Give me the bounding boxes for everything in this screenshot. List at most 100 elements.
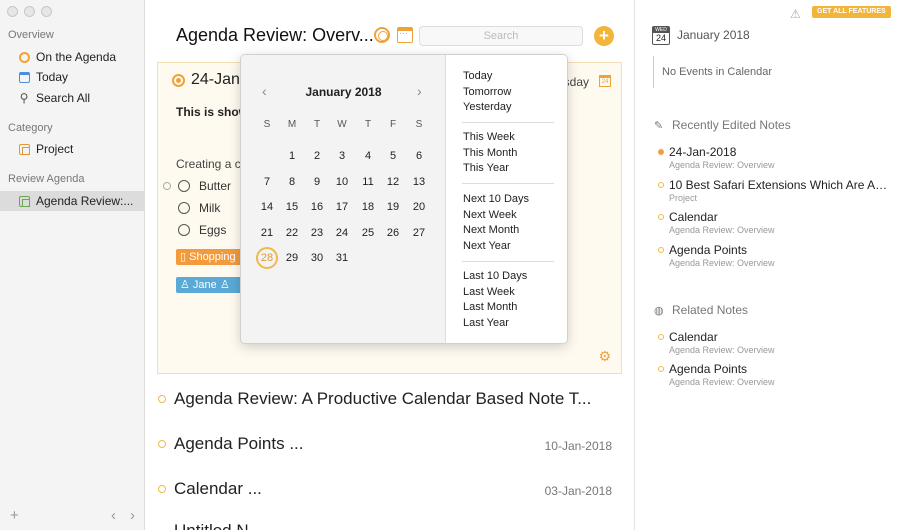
note-row[interactable]: Agenda Points ...: [158, 434, 304, 454]
range-option[interactable]: This Week: [463, 130, 555, 146]
sidebar-item-agenda-review[interactable]: Agenda Review:...: [0, 191, 145, 211]
calendar-day-today[interactable]: 28: [256, 247, 278, 269]
calendar-day[interactable]: 31: [330, 248, 354, 268]
sidebar: Overview On the Agenda Today ⚲ Search Al…: [0, 0, 145, 530]
note-title[interactable]: 24-Jan-: [191, 71, 245, 89]
agenda-ring-icon[interactable]: [172, 74, 185, 87]
calendar-day[interactable]: 14: [255, 197, 279, 217]
recent-note-item[interactable]: 10 Best Safari Extensions Which Are Actu…: [658, 178, 889, 203]
note-row[interactable]: Agenda Review: A Productive Calendar Bas…: [158, 389, 591, 409]
range-option[interactable]: This Year: [463, 161, 555, 177]
range-option[interactable]: Next 10 Days: [463, 192, 555, 208]
range-option[interactable]: Last 10 Days: [463, 269, 555, 285]
calendar-day[interactable]: 18: [356, 197, 380, 217]
calendar-day[interactable]: 11: [356, 172, 380, 192]
range-option[interactable]: Next Year: [463, 239, 555, 255]
calendar-day[interactable]: 30: [305, 248, 329, 268]
checklist-item[interactable]: Milk: [178, 201, 220, 215]
checklist-item[interactable]: Eggs: [178, 223, 226, 237]
back-arrow-icon[interactable]: ‹: [111, 507, 116, 524]
range-option[interactable]: Today: [463, 69, 555, 85]
sidebar-item-project[interactable]: Project: [0, 139, 145, 159]
agenda-dot-icon[interactable]: [158, 485, 166, 493]
checkbox[interactable]: [178, 202, 190, 214]
add-icon[interactable]: +: [10, 507, 19, 524]
calendar-day[interactable]: 3: [330, 146, 354, 166]
note-row[interactable]: Calendar ...: [158, 479, 262, 499]
section-title: Related Notes: [672, 303, 749, 317]
recently-edited-header: ✎ Recently Edited Notes: [654, 118, 791, 132]
checklist-item[interactable]: Butter: [178, 179, 231, 193]
calendar-day[interactable]: 25: [356, 223, 380, 243]
agenda-dot-icon[interactable]: [158, 440, 166, 448]
calendar-day[interactable]: 23: [305, 223, 329, 243]
checkbox[interactable]: [178, 224, 190, 236]
calendar-date-icon: WED 24: [652, 26, 670, 45]
recent-note-item[interactable]: Calendar Agenda Review: Overview: [658, 210, 889, 235]
related-note-item[interactable]: Calendar Agenda Review: Overview: [658, 330, 889, 355]
related-note-item[interactable]: Agenda Points Agenda Review: Overview: [658, 362, 889, 387]
calendar-day[interactable]: 9: [305, 172, 329, 192]
minimize-window-button[interactable]: [24, 6, 35, 17]
gear-icon[interactable]: ⚙: [598, 348, 611, 365]
range-option[interactable]: This Month: [463, 146, 555, 162]
sidebar-item-search-all[interactable]: ⚲ Search All: [0, 88, 145, 108]
calendar-day[interactable]: 19: [381, 197, 405, 217]
range-option[interactable]: Tomorrow: [463, 85, 555, 101]
range-option[interactable]: Next Month: [463, 223, 555, 239]
recent-note-item[interactable]: Agenda Points Agenda Review: Overview: [658, 243, 889, 268]
calendar-day[interactable]: 27: [407, 223, 431, 243]
zoom-window-button[interactable]: [41, 6, 52, 17]
calendar-day[interactable]: 24: [330, 223, 354, 243]
agenda-toggle-button[interactable]: [374, 27, 390, 43]
tag-ma[interactable]: ♙ Ma: [216, 277, 242, 293]
tag-shopping[interactable]: ▯ Shopping: [176, 249, 240, 265]
chevron-right-icon[interactable]: ›: [417, 83, 422, 99]
tag-jane[interactable]: ♙ Jane: [176, 277, 221, 293]
note-text[interactable]: Creating a ch: [176, 157, 247, 171]
search-input[interactable]: Search: [419, 26, 583, 46]
range-option[interactable]: Next Week: [463, 208, 555, 224]
range-option[interactable]: Yesterday: [463, 100, 555, 116]
warning-icon[interactable]: ⚠: [790, 7, 801, 21]
forward-arrow-icon[interactable]: ›: [130, 507, 135, 524]
range-option[interactable]: Last Year: [463, 316, 555, 332]
calendar-day[interactable]: 5: [381, 146, 405, 166]
calendar-picker-button[interactable]: [397, 27, 413, 43]
project-icon: [18, 143, 30, 155]
related-icon: ◍: [654, 305, 664, 317]
calendar-day[interactable]: 4: [356, 146, 380, 166]
note-bold-text[interactable]: This is show: [176, 105, 248, 119]
get-all-features-button[interactable]: GET ALL FEATURES: [812, 6, 891, 18]
note-row[interactable]: Untitled N: [174, 521, 249, 530]
calendar-day[interactable]: 21: [255, 223, 279, 243]
calendar-day[interactable]: 17: [330, 197, 354, 217]
calendar-day[interactable]: 10: [330, 172, 354, 192]
calendar-day[interactable]: 16: [305, 197, 329, 217]
calendar-day[interactable]: 22: [280, 223, 304, 243]
calendar-day[interactable]: 7: [255, 172, 279, 192]
calendar-day[interactable]: 8: [280, 172, 304, 192]
add-note-button[interactable]: +: [594, 26, 614, 46]
recent-note-title: 10 Best Safari Extensions Which Are Actu…: [669, 178, 889, 192]
review-agenda-header: Review Agenda: [8, 173, 85, 185]
recent-note-item[interactable]: 24-Jan-2018 Agenda Review: Overview: [658, 145, 889, 170]
info-panel: ⚠ GET ALL FEATURES WED 24 January 2018 N…: [636, 0, 901, 530]
calendar-day[interactable]: 2: [305, 146, 329, 166]
calendar-day[interactable]: 12: [381, 172, 405, 192]
agenda-dot-icon[interactable]: [158, 395, 166, 403]
calendar-day[interactable]: 20: [407, 197, 431, 217]
calendar-day[interactable]: 15: [280, 197, 304, 217]
calendar-day[interactable]: 29: [280, 248, 304, 268]
calendar-day[interactable]: 13: [407, 172, 431, 192]
calendar-icon[interactable]: 24: [599, 75, 611, 87]
range-option[interactable]: Last Week: [463, 285, 555, 301]
calendar-day[interactable]: 26: [381, 223, 405, 243]
calendar-day[interactable]: 1: [280, 146, 304, 166]
sidebar-item-on-the-agenda[interactable]: On the Agenda: [0, 47, 145, 67]
close-window-button[interactable]: [7, 6, 18, 17]
checkbox[interactable]: [178, 180, 190, 192]
calendar-day[interactable]: 6: [407, 146, 431, 166]
sidebar-item-today[interactable]: Today: [0, 67, 145, 87]
range-option[interactable]: Last Month: [463, 300, 555, 316]
